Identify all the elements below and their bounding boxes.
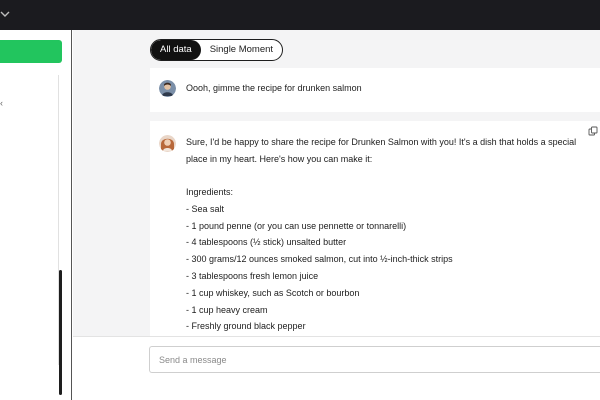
- ingredient-item: - 1 cup whiskey, such as Scotch or bourb…: [186, 287, 360, 298]
- ingredient-item: - 1 pound penne (or you can use pennette…: [186, 220, 407, 231]
- sidebar-item-marker[interactable]: ‹: [0, 98, 3, 108]
- top-bar: [0, 0, 600, 30]
- sidebar-scrollbar[interactable]: [59, 270, 62, 395]
- assistant-message-text: Sure, I'd be happy to share the recipe f…: [186, 134, 591, 335]
- message-composer: [73, 336, 600, 400]
- assistant-intro: Sure, I'd be happy to share the recipe f…: [186, 137, 577, 164]
- view-toggle: All data Single Moment: [150, 39, 284, 61]
- assistant-avatar: [159, 135, 176, 152]
- ingredient-item: - Sea salt: [186, 203, 225, 214]
- ingredient-item: - 300 grams/12 ounces smoked salmon, cut…: [186, 254, 453, 265]
- sidebar: ‹: [0, 30, 72, 400]
- assistant-message: Sure, I'd be happy to share the recipe f…: [150, 121, 600, 366]
- user-message-text: Oooh, gimme the recipe for drunken salmo…: [186, 83, 362, 93]
- tab-all-data[interactable]: All data: [151, 40, 201, 60]
- message-input[interactable]: [149, 346, 600, 373]
- ingredient-item: - 1 cup heavy cream: [186, 304, 268, 315]
- ingredient-item: - 4 tablespoons (½ stick) unsalted butte…: [186, 237, 347, 248]
- user-avatar: [159, 80, 176, 97]
- user-message: Oooh, gimme the recipe for drunken salmo…: [150, 68, 600, 112]
- ingredient-item: - Freshly ground black pepper: [186, 321, 306, 332]
- ingredients-heading: Ingredients:: [186, 187, 234, 198]
- ingredient-item: - 3 tablespoons fresh lemon juice: [186, 271, 319, 282]
- tab-single-moment[interactable]: Single Moment: [201, 40, 282, 60]
- chevron-down-icon[interactable]: [0, 8, 10, 20]
- new-chat-button[interactable]: [0, 40, 62, 63]
